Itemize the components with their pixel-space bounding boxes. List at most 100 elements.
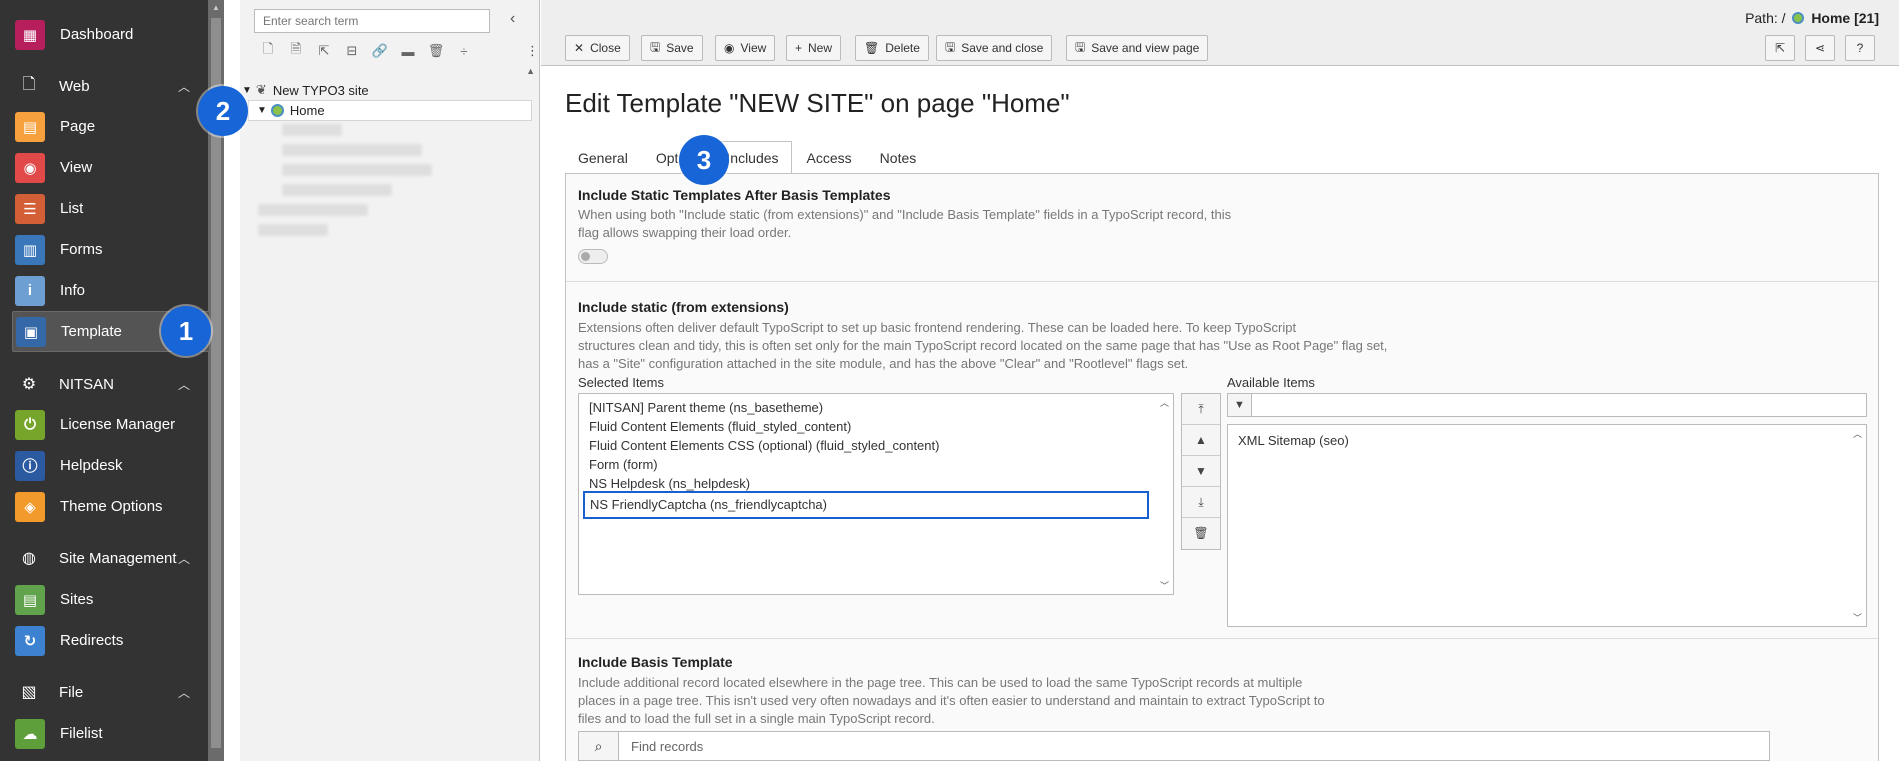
save-and-close-button[interactable]: 🖫 Save and close bbox=[936, 35, 1053, 61]
trash-icon[interactable]: 🗑 bbox=[422, 43, 450, 59]
tree-node-home[interactable]: ▼ Home bbox=[248, 100, 532, 121]
includes-panel: Include Static Templates After Basis Tem… bbox=[565, 173, 1879, 761]
scroll-up-icon[interactable]: ︿ bbox=[1160, 396, 1169, 409]
save-button[interactable]: 🖫 Save bbox=[641, 35, 703, 61]
list-item-selected[interactable]: NS FriendlyCaptcha (ns_friendlycaptcha) bbox=[583, 491, 1149, 519]
link-icon[interactable]: 🔗 bbox=[366, 43, 394, 59]
swap-load-order-toggle[interactable] bbox=[578, 249, 608, 264]
module-label: List bbox=[60, 200, 84, 217]
spacer-icon[interactable]: ÷ bbox=[450, 44, 478, 59]
group-site-management[interactable]: ◍ Site Management ︿ bbox=[0, 538, 208, 578]
power-icon: ⏻ bbox=[15, 409, 45, 440]
tree-search-input[interactable] bbox=[254, 9, 490, 33]
module-redirects[interactable]: ↻ Redirects bbox=[0, 620, 208, 661]
eye-icon: ◉ bbox=[724, 41, 735, 55]
typo3-icon: ❦ bbox=[255, 82, 267, 97]
item-controls: ⤒ ▲ ▼ ⤓ 🗑 bbox=[1181, 393, 1221, 550]
list-icon: ☰ bbox=[15, 193, 45, 224]
move-bottom-icon[interactable]: ⤓ bbox=[1182, 487, 1220, 518]
help-button[interactable]: ? bbox=[1845, 35, 1875, 61]
list-item[interactable]: XML Sitemap (seo) bbox=[1238, 431, 1349, 450]
share-button[interactable]: ⋖ bbox=[1805, 35, 1835, 61]
module-label: Filelist bbox=[60, 725, 103, 742]
save-and-view-button[interactable]: 🖫 Save and view page bbox=[1066, 35, 1209, 61]
move-top-icon[interactable]: ⤒ bbox=[1182, 394, 1220, 425]
module-label: Helpdesk bbox=[60, 457, 123, 474]
move-up-icon[interactable]: ▲ bbox=[1182, 425, 1220, 456]
module-filelist[interactable]: ☁ Filelist bbox=[0, 713, 208, 754]
view-button[interactable]: ◉ View bbox=[715, 35, 776, 61]
view-icon: ◉ bbox=[15, 152, 45, 183]
group-file[interactable]: ▧ File ︿ bbox=[0, 672, 208, 712]
module-forms[interactable]: ▥ Forms bbox=[0, 229, 208, 270]
tree-scroll-up-icon[interactable]: ▲ bbox=[526, 66, 535, 76]
module-list[interactable]: ☰ List bbox=[0, 188, 208, 229]
find-records-input[interactable]: ⌕ Find records bbox=[578, 731, 1770, 761]
chevron-up-icon: ︿ bbox=[177, 551, 190, 566]
chevron-up-icon: ︿ bbox=[177, 685, 190, 700]
module-label: Dashboard bbox=[60, 26, 134, 43]
open-new-window-button[interactable]: ⇱ bbox=[1765, 35, 1795, 61]
expand-icon[interactable]: ▼ bbox=[257, 105, 267, 116]
remove-icon[interactable]: 🗑 bbox=[1182, 518, 1220, 549]
new-shortcut-icon[interactable]: 🗎 bbox=[282, 40, 310, 62]
path-breadcrumb: Path: / Home [21] bbox=[1745, 10, 1879, 26]
module-view[interactable]: ◉ View bbox=[0, 147, 208, 188]
close-button[interactable]: ✕ Close bbox=[565, 35, 630, 61]
list-item[interactable]: Fluid Content Elements CSS (optional) (f… bbox=[589, 436, 939, 455]
redirect-icon: ↻ bbox=[15, 625, 45, 656]
delete-button[interactable]: 🗑 Delete bbox=[855, 35, 929, 61]
module-helpdesk[interactable]: ⓘ Helpdesk bbox=[0, 445, 208, 486]
module-theme-options[interactable]: ◈ Theme Options bbox=[0, 486, 208, 527]
selected-items-list[interactable]: [NITSAN] Parent theme (ns_basetheme) Flu… bbox=[578, 393, 1174, 595]
tab-general[interactable]: General bbox=[565, 141, 641, 175]
module-page[interactable]: ▤ Page bbox=[0, 106, 208, 147]
new-button[interactable]: + New bbox=[786, 35, 842, 61]
button-label: Save bbox=[666, 41, 694, 55]
available-filter-input[interactable]: ▼ bbox=[1227, 393, 1867, 417]
new-link-icon[interactable]: ⇱ bbox=[310, 43, 338, 59]
group-web[interactable]: 🗋 Web ︿ bbox=[0, 66, 208, 106]
list-item[interactable]: [NITSAN] Parent theme (ns_basetheme) bbox=[589, 398, 823, 417]
module-license-manager[interactable]: ⏻ License Manager bbox=[0, 404, 208, 445]
tree-root[interactable]: ▼ ❦ New TYPO3 site bbox=[242, 80, 369, 100]
module-menu: ▲ ▦ Dashboard 🗋 Web ︿ ▤ Page ◉ View ☰ Li… bbox=[0, 0, 224, 761]
expand-icon[interactable]: ▼ bbox=[242, 85, 252, 96]
save-view-icon: 🖫 bbox=[1075, 39, 1086, 54]
callout-1: 1 bbox=[161, 306, 211, 356]
button-label: View bbox=[740, 41, 767, 55]
group-label: Site Management bbox=[59, 549, 177, 567]
folder-icon[interactable]: ▬ bbox=[394, 44, 422, 59]
tree-node-label: Home bbox=[289, 103, 325, 118]
collapse-tree-icon[interactable]: ‹ bbox=[510, 10, 515, 28]
section-title: Include static (from extensions) bbox=[578, 299, 789, 315]
tab-access[interactable]: Access bbox=[794, 141, 865, 175]
save-icon: 🖫 bbox=[650, 39, 661, 54]
available-items-label: Available Items bbox=[1227, 375, 1315, 390]
section-description: When using both "Include static (from ex… bbox=[578, 207, 1232, 222]
more-icon[interactable]: ⋮ bbox=[526, 43, 539, 59]
share-icon: ⋖ bbox=[1814, 41, 1826, 55]
scroll-down-icon[interactable]: ﹀ bbox=[1853, 611, 1862, 624]
available-items-list[interactable]: XML Sitemap (seo) ︿ ﹀ bbox=[1227, 424, 1867, 627]
move-down-icon[interactable]: ▼ bbox=[1182, 456, 1220, 487]
group-nitsan[interactable]: ⚙ NITSAN ︿ bbox=[0, 364, 208, 404]
list-item[interactable]: Fluid Content Elements (fluid_styled_con… bbox=[589, 417, 851, 436]
new-mountpoint-icon[interactable]: ⊟ bbox=[338, 43, 366, 59]
path-page[interactable]: Home [21] bbox=[1811, 10, 1879, 26]
scroll-down-icon[interactable]: ﹀ bbox=[1160, 579, 1169, 592]
new-page-icon[interactable]: 🗋 bbox=[254, 40, 282, 62]
callout-3: 3 bbox=[679, 135, 729, 185]
module-sites[interactable]: ▤ Sites bbox=[0, 579, 208, 620]
plus-icon: + bbox=[795, 41, 803, 55]
tab-notes[interactable]: Notes bbox=[867, 141, 930, 175]
list-item[interactable]: Form (form) bbox=[589, 455, 658, 474]
module-dashboard[interactable]: ▦ Dashboard bbox=[0, 14, 208, 55]
chevron-up-icon: ︿ bbox=[177, 377, 190, 392]
section-basis-template: Include Basis Template Include additiona… bbox=[566, 639, 1878, 761]
module-info[interactable]: i Info bbox=[0, 270, 208, 311]
scroll-up-icon[interactable]: ︿ bbox=[1853, 427, 1862, 440]
section-include-static: Include static (from extensions) Extensi… bbox=[566, 282, 1878, 639]
module-label: License Manager bbox=[60, 416, 176, 433]
filelist-icon: ☁ bbox=[15, 718, 45, 749]
